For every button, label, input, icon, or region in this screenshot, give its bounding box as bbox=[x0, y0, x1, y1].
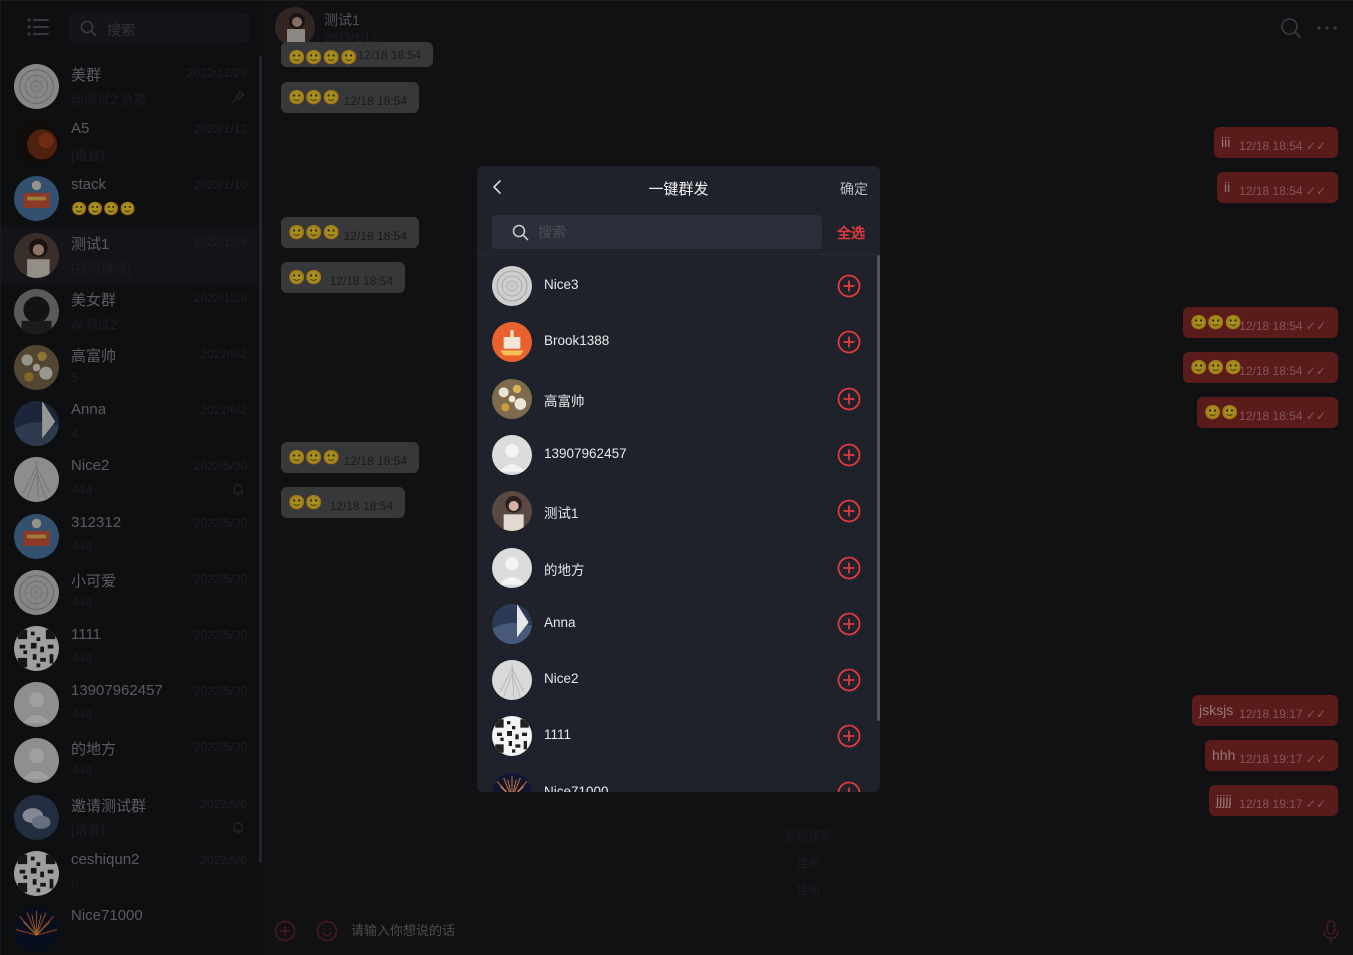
add-circle-icon[interactable] bbox=[837, 330, 861, 354]
divider bbox=[477, 254, 880, 255]
contact-name: 测试1 bbox=[544, 506, 579, 522]
avatar bbox=[492, 772, 532, 792]
avatar bbox=[492, 322, 532, 363]
contact-row[interactable]: 1111 bbox=[477, 708, 875, 764]
contact-row[interactable]: Nice2 bbox=[477, 652, 875, 708]
add-circle-icon[interactable] bbox=[837, 499, 861, 523]
avatar bbox=[492, 434, 532, 475]
add-circle-icon[interactable] bbox=[837, 556, 861, 580]
search-icon bbox=[512, 224, 529, 241]
contact-row[interactable]: Nice71000 bbox=[477, 765, 875, 792]
add-circle-icon[interactable] bbox=[837, 724, 861, 748]
contact-list-scrollbar[interactable] bbox=[877, 255, 880, 721]
avatar bbox=[492, 547, 532, 588]
add-circle-icon[interactable] bbox=[837, 274, 861, 298]
contact-row[interactable]: 的地方 bbox=[477, 540, 875, 596]
select-all-button[interactable]: 全选 bbox=[837, 223, 865, 243]
contact-name: Nice71000 bbox=[544, 783, 609, 792]
contact-name: 13907962457 bbox=[544, 445, 627, 461]
avatar bbox=[492, 603, 532, 644]
avatar bbox=[492, 378, 532, 419]
confirm-button[interactable]: 确定 bbox=[840, 179, 868, 199]
contact-row[interactable]: 13907962457 bbox=[477, 427, 875, 483]
contact-row[interactable]: Anna bbox=[477, 596, 875, 652]
contact-row[interactable]: Brook1388 bbox=[477, 314, 875, 370]
contact-row[interactable]: 测试1 bbox=[477, 483, 875, 539]
avatar bbox=[492, 491, 532, 532]
avatar bbox=[492, 660, 532, 701]
contact-name: 高富帅 bbox=[544, 393, 585, 409]
add-circle-icon[interactable] bbox=[837, 612, 861, 636]
add-circle-icon[interactable] bbox=[837, 443, 861, 467]
add-circle-icon[interactable] bbox=[837, 781, 861, 792]
contact-search-field[interactable] bbox=[492, 215, 822, 249]
dialog-header: 一键群发 确定 bbox=[477, 166, 880, 208]
avatar bbox=[492, 266, 532, 306]
contact-name: Nice3 bbox=[544, 277, 579, 292]
add-circle-icon[interactable] bbox=[837, 668, 861, 692]
contact-search-input[interactable] bbox=[538, 222, 798, 242]
contact-name: 的地方 bbox=[544, 562, 585, 578]
broadcast-dialog: 一键群发 确定 全选 Nice3 Brook1388 高富帅 13907962457 测… bbox=[477, 166, 880, 792]
contact-name: Anna bbox=[544, 614, 576, 630]
contact-name: Nice2 bbox=[544, 671, 579, 687]
avatar bbox=[492, 716, 532, 757]
contact-row[interactable]: 高富帅 bbox=[477, 371, 875, 427]
contact-name: Brook1388 bbox=[544, 333, 610, 349]
add-circle-icon[interactable] bbox=[837, 387, 861, 411]
dialog-title: 一键群发 bbox=[648, 181, 709, 198]
contact-row[interactable]: Nice3 bbox=[477, 258, 875, 314]
contact-name: 1111 bbox=[544, 727, 572, 743]
